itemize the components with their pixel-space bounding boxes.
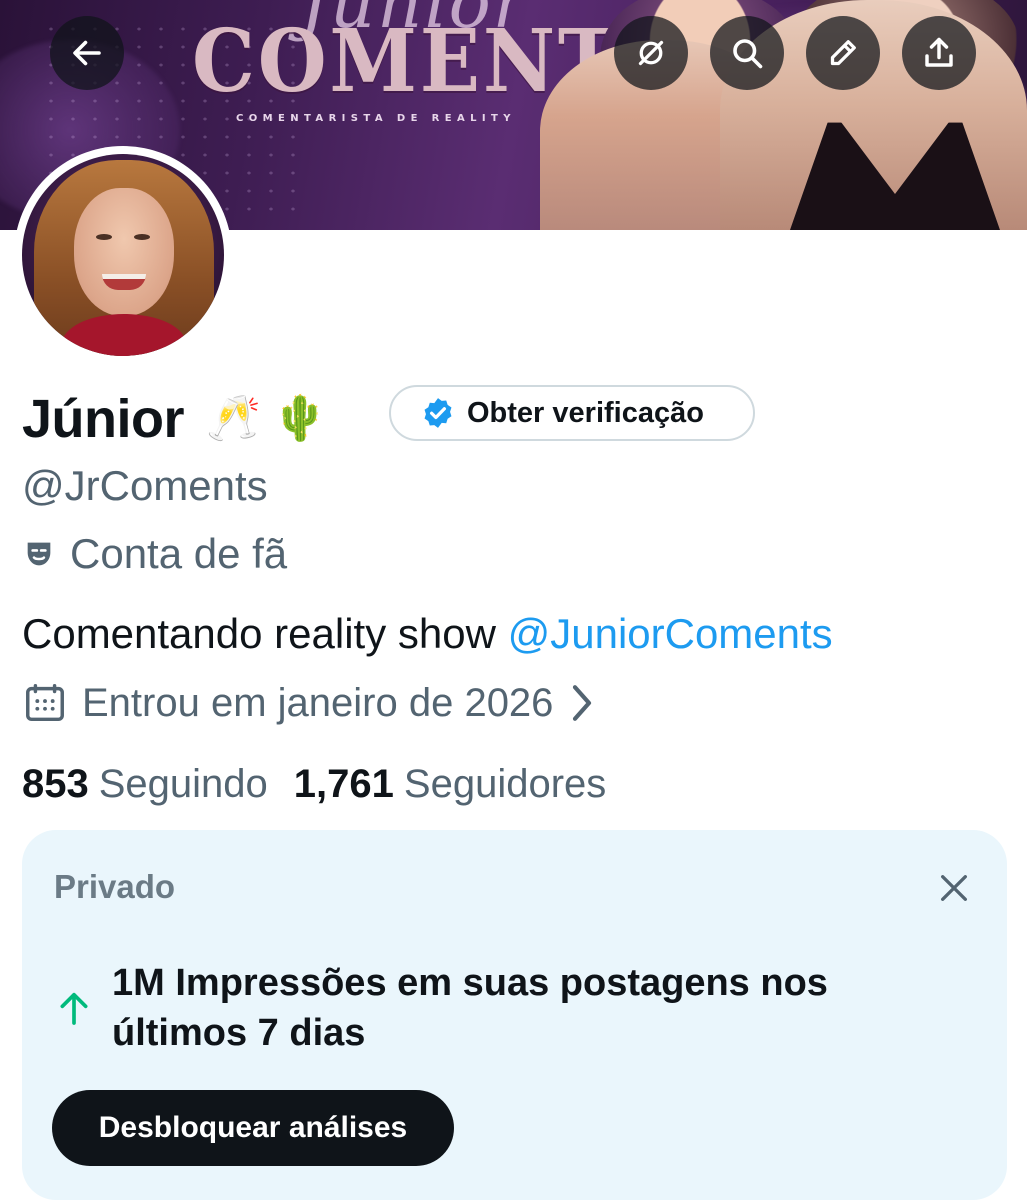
avatar-eye	[134, 234, 150, 240]
unlock-analytics-button[interactable]: Desbloquear análises	[52, 1090, 454, 1166]
cactus-emoji: 🌵	[272, 393, 328, 444]
impressions-row: 1M Impressões em suas postagens nos últi…	[54, 958, 932, 1058]
followers-label: Seguidores	[403, 762, 607, 806]
avatar-face	[74, 188, 174, 316]
avatar-image	[22, 154, 224, 356]
champagne-emoji: 🥂	[206, 393, 261, 444]
joined-date-row[interactable]: Entrou em janeiro de 2026	[22, 680, 597, 726]
banner-subtitle: COMENTARISTA DE REALITY	[236, 113, 516, 124]
edit-button[interactable]	[806, 16, 880, 90]
profile-name: Júnior	[22, 389, 185, 449]
avatar[interactable]	[14, 146, 232, 364]
theater-mask-icon	[27, 542, 51, 566]
get-verified-button[interactable]: Obter verificação	[389, 385, 755, 441]
grok-icon	[638, 40, 664, 66]
fan-account-label: Conta de fã	[70, 530, 288, 577]
fan-account-label-row: Conta de fã	[22, 530, 287, 578]
follow-stats: 853 Seguindo 1,761 Seguidores	[22, 762, 606, 807]
profile-handle: @JrComents	[22, 462, 268, 509]
get-verified-label: Obter verificação	[467, 396, 704, 429]
chevron-right-icon	[573, 685, 592, 721]
bio-mention-link[interactable]: @JuniorComents	[508, 610, 833, 657]
back-arrow-icon	[73, 40, 101, 66]
impressions-text: 1M Impressões em suas postagens nos últi…	[112, 962, 828, 1054]
followers-count: 1,761	[293, 762, 394, 806]
following-label: Seguindo	[98, 762, 268, 806]
up-arrow-icon	[60, 992, 88, 1025]
following-count: 853	[22, 762, 89, 806]
profile-bio: Comentando reality show @JuniorComents	[22, 610, 833, 658]
share-icon	[925, 37, 953, 67]
close-icon	[941, 875, 967, 901]
profile-name-row: Júnior 🥂 🌵	[22, 384, 328, 454]
avatar-eye	[96, 234, 112, 240]
search-button[interactable]	[710, 16, 784, 90]
edit-pencil-icon	[830, 40, 856, 66]
calendar-icon	[26, 684, 64, 722]
search-icon	[733, 39, 763, 69]
joined-date-label: Entrou em janeiro de 2026	[82, 680, 554, 725]
share-button[interactable]	[902, 16, 976, 90]
card-close-button[interactable]	[932, 866, 976, 910]
bio-text: Comentando reality show	[22, 610, 508, 657]
verified-badge-icon	[424, 398, 452, 428]
followers-stat[interactable]: 1,761 Seguidores	[294, 762, 606, 807]
back-button[interactable]	[50, 16, 124, 90]
grok-button[interactable]	[614, 16, 688, 90]
card-title: Privado	[54, 868, 176, 905]
private-analytics-card: Privado 1M Impressões em suas postagens …	[22, 830, 1007, 1200]
following-stat[interactable]: 853 Seguindo	[22, 762, 268, 807]
